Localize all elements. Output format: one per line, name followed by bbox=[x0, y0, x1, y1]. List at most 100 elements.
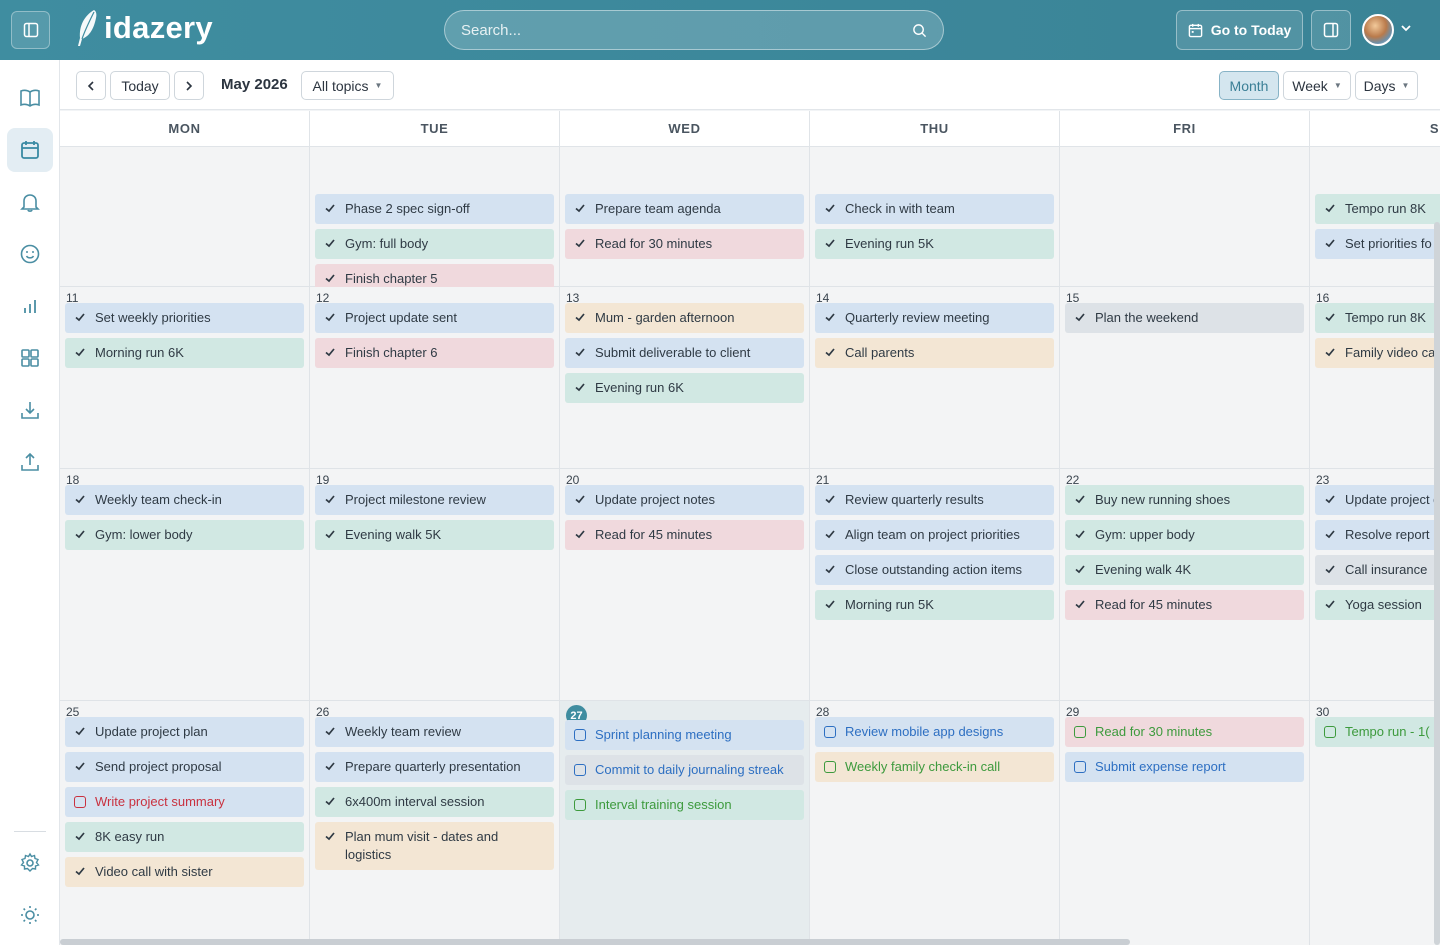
calendar-event[interactable]: Write project summary bbox=[65, 787, 304, 817]
day-cell[interactable]: 16 Tempo run 8K Family video ca bbox=[1310, 287, 1440, 469]
sidebar-item-reminders[interactable] bbox=[7, 180, 53, 224]
sidebar-item-journal[interactable] bbox=[7, 76, 53, 120]
sidebar-item-mood[interactable] bbox=[7, 232, 53, 276]
calendar-event[interactable]: Call insurance bbox=[1315, 555, 1440, 585]
day-cell[interactable]: 25 Update project plan Send project propos… bbox=[60, 701, 310, 945]
calendar-event[interactable]: Buy new running shoes bbox=[1065, 485, 1304, 515]
today-button[interactable]: Today bbox=[110, 71, 170, 100]
go-to-today-button[interactable]: Go to Today bbox=[1176, 10, 1303, 50]
calendar-event[interactable]: Commit to daily journaling streak bbox=[565, 755, 804, 785]
checkbox-icon[interactable] bbox=[824, 761, 836, 773]
calendar-event[interactable]: Read for 45 minutes bbox=[565, 520, 804, 550]
calendar-event[interactable]: Prepare quarterly presentation bbox=[315, 752, 554, 782]
day-cell[interactable]: 13 Mum - garden afternoon Submit deliverab… bbox=[560, 287, 810, 469]
calendar-event[interactable]: Prepare team agenda bbox=[565, 194, 804, 224]
day-cell[interactable] bbox=[60, 147, 310, 287]
checkmark-icon[interactable] bbox=[574, 202, 586, 214]
day-cell[interactable]: 14 Quarterly review meeting Call parents bbox=[810, 287, 1060, 469]
sidebar-item-stats[interactable] bbox=[7, 284, 53, 328]
calendar-event[interactable]: Project update sent bbox=[315, 303, 554, 333]
day-cell[interactable]: Tempo run 8K Set priorities fo bbox=[1310, 147, 1440, 287]
checkmark-icon[interactable] bbox=[74, 493, 86, 505]
calendar-event[interactable]: Morning run 6K bbox=[65, 338, 304, 368]
calendar-event[interactable]: Yoga session bbox=[1315, 590, 1440, 620]
checkmark-icon[interactable] bbox=[824, 237, 836, 249]
checkmark-icon[interactable] bbox=[574, 346, 586, 358]
calendar-event[interactable]: Set weekly priorities bbox=[65, 303, 304, 333]
checkmark-icon[interactable] bbox=[324, 311, 336, 323]
checkbox-icon[interactable] bbox=[1074, 726, 1086, 738]
horizontal-scrollbar[interactable] bbox=[60, 939, 1130, 945]
calendar-event[interactable]: Set priorities fo bbox=[1315, 229, 1440, 259]
checkmark-icon[interactable] bbox=[1324, 598, 1336, 610]
calendar-event[interactable]: Video call with sister bbox=[65, 857, 304, 887]
checkmark-icon[interactable] bbox=[574, 237, 586, 249]
checkmark-icon[interactable] bbox=[74, 311, 86, 323]
app-logo[interactable]: idazery bbox=[74, 8, 213, 48]
calendar-event[interactable]: Send project proposal bbox=[65, 752, 304, 782]
calendar-event[interactable]: Update project plan bbox=[65, 717, 304, 747]
calendar-event[interactable]: Read for 45 minutes bbox=[1065, 590, 1304, 620]
vertical-scrollbar[interactable] bbox=[1434, 222, 1440, 945]
checkmark-icon[interactable] bbox=[324, 528, 336, 540]
view-week-dropdown[interactable]: Week ▼ bbox=[1283, 71, 1351, 100]
calendar-event[interactable]: Evening walk 5K bbox=[315, 520, 554, 550]
checkmark-icon[interactable] bbox=[1324, 202, 1336, 214]
day-cell[interactable]: 30 Tempo run - 1( bbox=[1310, 701, 1440, 945]
checkmark-icon[interactable] bbox=[324, 725, 336, 737]
checkmark-icon[interactable] bbox=[574, 528, 586, 540]
checkmark-icon[interactable] bbox=[574, 493, 586, 505]
checkmark-icon[interactable] bbox=[824, 311, 836, 323]
checkbox-icon[interactable] bbox=[1324, 726, 1336, 738]
search-box[interactable] bbox=[444, 10, 944, 50]
search-input[interactable] bbox=[461, 21, 912, 39]
toggle-sidebar-button[interactable] bbox=[11, 11, 50, 49]
day-cell[interactable]: Phase 2 spec sign-off Gym: full body Finis… bbox=[310, 147, 560, 294]
checkmark-icon[interactable] bbox=[1324, 493, 1336, 505]
calendar-event[interactable]: Review quarterly results bbox=[815, 485, 1054, 515]
checkmark-icon[interactable] bbox=[1074, 598, 1086, 610]
sidebar-item-export[interactable] bbox=[7, 440, 53, 484]
checkmark-icon[interactable] bbox=[824, 346, 836, 358]
checkmark-icon[interactable] bbox=[1324, 563, 1336, 575]
checkmark-icon[interactable] bbox=[74, 725, 86, 737]
day-cell[interactable]: 19 Project milestone review Evening walk 5… bbox=[310, 469, 560, 701]
user-avatar[interactable] bbox=[1362, 14, 1394, 46]
checkmark-icon[interactable] bbox=[74, 528, 86, 540]
calendar-event[interactable]: Mum - garden afternoon bbox=[565, 303, 804, 333]
checkmark-icon[interactable] bbox=[1324, 528, 1336, 540]
checkmark-icon[interactable] bbox=[574, 311, 586, 323]
calendar-event[interactable]: Quarterly review meeting bbox=[815, 303, 1054, 333]
calendar-event[interactable]: Interval training session bbox=[565, 790, 804, 820]
day-cell[interactable]: 20 Update project notes Read for 45 minute… bbox=[560, 469, 810, 701]
checkbox-icon[interactable] bbox=[574, 729, 586, 741]
checkmark-icon[interactable] bbox=[824, 202, 836, 214]
checkmark-icon[interactable] bbox=[1074, 493, 1086, 505]
day-cell[interactable]: Check in with team Evening run 5K bbox=[810, 147, 1060, 287]
day-cell[interactable]: 11 Set weekly priorities Morning run 6K bbox=[60, 287, 310, 469]
checkbox-icon[interactable] bbox=[74, 796, 86, 808]
sidebar-item-theme[interactable] bbox=[7, 893, 53, 937]
topic-filter-dropdown[interactable]: All topics ▼ bbox=[301, 71, 394, 100]
calendar-event[interactable]: Finish chapter 6 bbox=[315, 338, 554, 368]
calendar-event[interactable]: Morning run 5K bbox=[815, 590, 1054, 620]
checkmark-icon[interactable] bbox=[1074, 311, 1086, 323]
day-cell[interactable]: 29 Read for 30 minutes Submit expense repo… bbox=[1060, 701, 1310, 945]
checkmark-icon[interactable] bbox=[574, 381, 586, 393]
calendar-event[interactable]: Project milestone review bbox=[315, 485, 554, 515]
calendar-event[interactable]: Read for 30 minutes bbox=[565, 229, 804, 259]
sidebar-item-dashboard[interactable] bbox=[7, 336, 53, 380]
day-cell[interactable]: 28 Review mobile app designs Weekly family… bbox=[810, 701, 1060, 945]
day-cell[interactable]: 18 Weekly team check-in Gym: lower body bbox=[60, 469, 310, 701]
checkmark-icon[interactable] bbox=[824, 598, 836, 610]
checkmark-icon[interactable] bbox=[324, 760, 336, 772]
checkmark-icon[interactable] bbox=[324, 346, 336, 358]
calendar-event[interactable]: Weekly team check-in bbox=[65, 485, 304, 515]
checkmark-icon[interactable] bbox=[324, 237, 336, 249]
day-cell[interactable]: Prepare team agenda Read for 30 minutes bbox=[560, 147, 810, 287]
calendar-event[interactable]: Tempo run - 1( bbox=[1315, 717, 1440, 747]
day-cell[interactable]: 21 Review quarterly results Align team on … bbox=[810, 469, 1060, 701]
checkmark-icon[interactable] bbox=[1074, 563, 1086, 575]
calendar-event[interactable]: Submit deliverable to client bbox=[565, 338, 804, 368]
calendar-event[interactable]: Gym: full body bbox=[315, 229, 554, 259]
